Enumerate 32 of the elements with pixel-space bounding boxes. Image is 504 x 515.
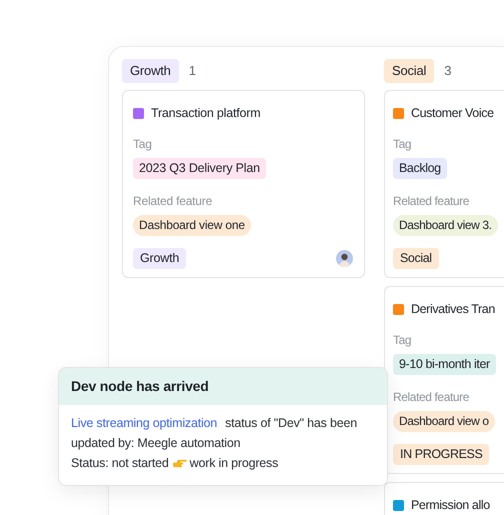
pointing-hand-icon xyxy=(172,458,187,468)
task-card[interactable]: Transaction platform Tag 2023 Q3 Delivery Plan Related feature Dashboard view one Growth xyxy=(122,90,365,278)
field-label: Tag xyxy=(133,136,152,153)
task-link[interactable]: Live streaming optimization xyxy=(71,416,218,430)
tag-chip: Backlog xyxy=(393,158,447,179)
group-tag: Social xyxy=(393,248,439,269)
feature-chip: Dashboard view o xyxy=(393,411,495,432)
task-card[interactable]: Permission allo xyxy=(384,482,504,515)
card-title: Customer Voice xyxy=(411,104,494,122)
field-label: Tag xyxy=(393,332,412,349)
column-count: 3 xyxy=(444,62,452,80)
feature-chip: Dashboard view 3. xyxy=(393,215,498,236)
field-label: Related feature xyxy=(133,193,212,210)
column-tag: Social xyxy=(384,59,434,83)
task-card[interactable]: Customer Voice Tag Backlog Related feature Dashboard view 3. Social xyxy=(384,90,504,278)
feature-chip: Dashboard view one xyxy=(133,215,251,236)
group-tag: IN PROGRESS xyxy=(393,444,490,465)
column-count: 1 xyxy=(188,62,196,80)
tag-chip: 2023 Q3 Delivery Plan xyxy=(133,158,266,179)
field-label: Related feature xyxy=(393,193,470,210)
field-label: Tag xyxy=(393,136,412,153)
card-title: Transaction platform xyxy=(151,104,260,122)
tag-chip: 9-10 bi-month iter xyxy=(393,354,496,375)
notification-title: Dev node has arrived xyxy=(71,377,209,396)
card-title: Derivatives Tran xyxy=(411,300,495,318)
status-text: work in progress xyxy=(190,455,278,472)
field-label: Related feature xyxy=(393,389,470,406)
column-tag: Growth xyxy=(122,59,179,83)
task-card[interactable]: Derivatives Tran Tag 9-10 bi-month iter Related feature Dashboard view o IN PROGRESS xyxy=(384,286,504,474)
card-title: Permission allo xyxy=(411,496,490,514)
status-text: Status: not started xyxy=(71,455,169,472)
group-tag: Growth xyxy=(133,248,186,269)
